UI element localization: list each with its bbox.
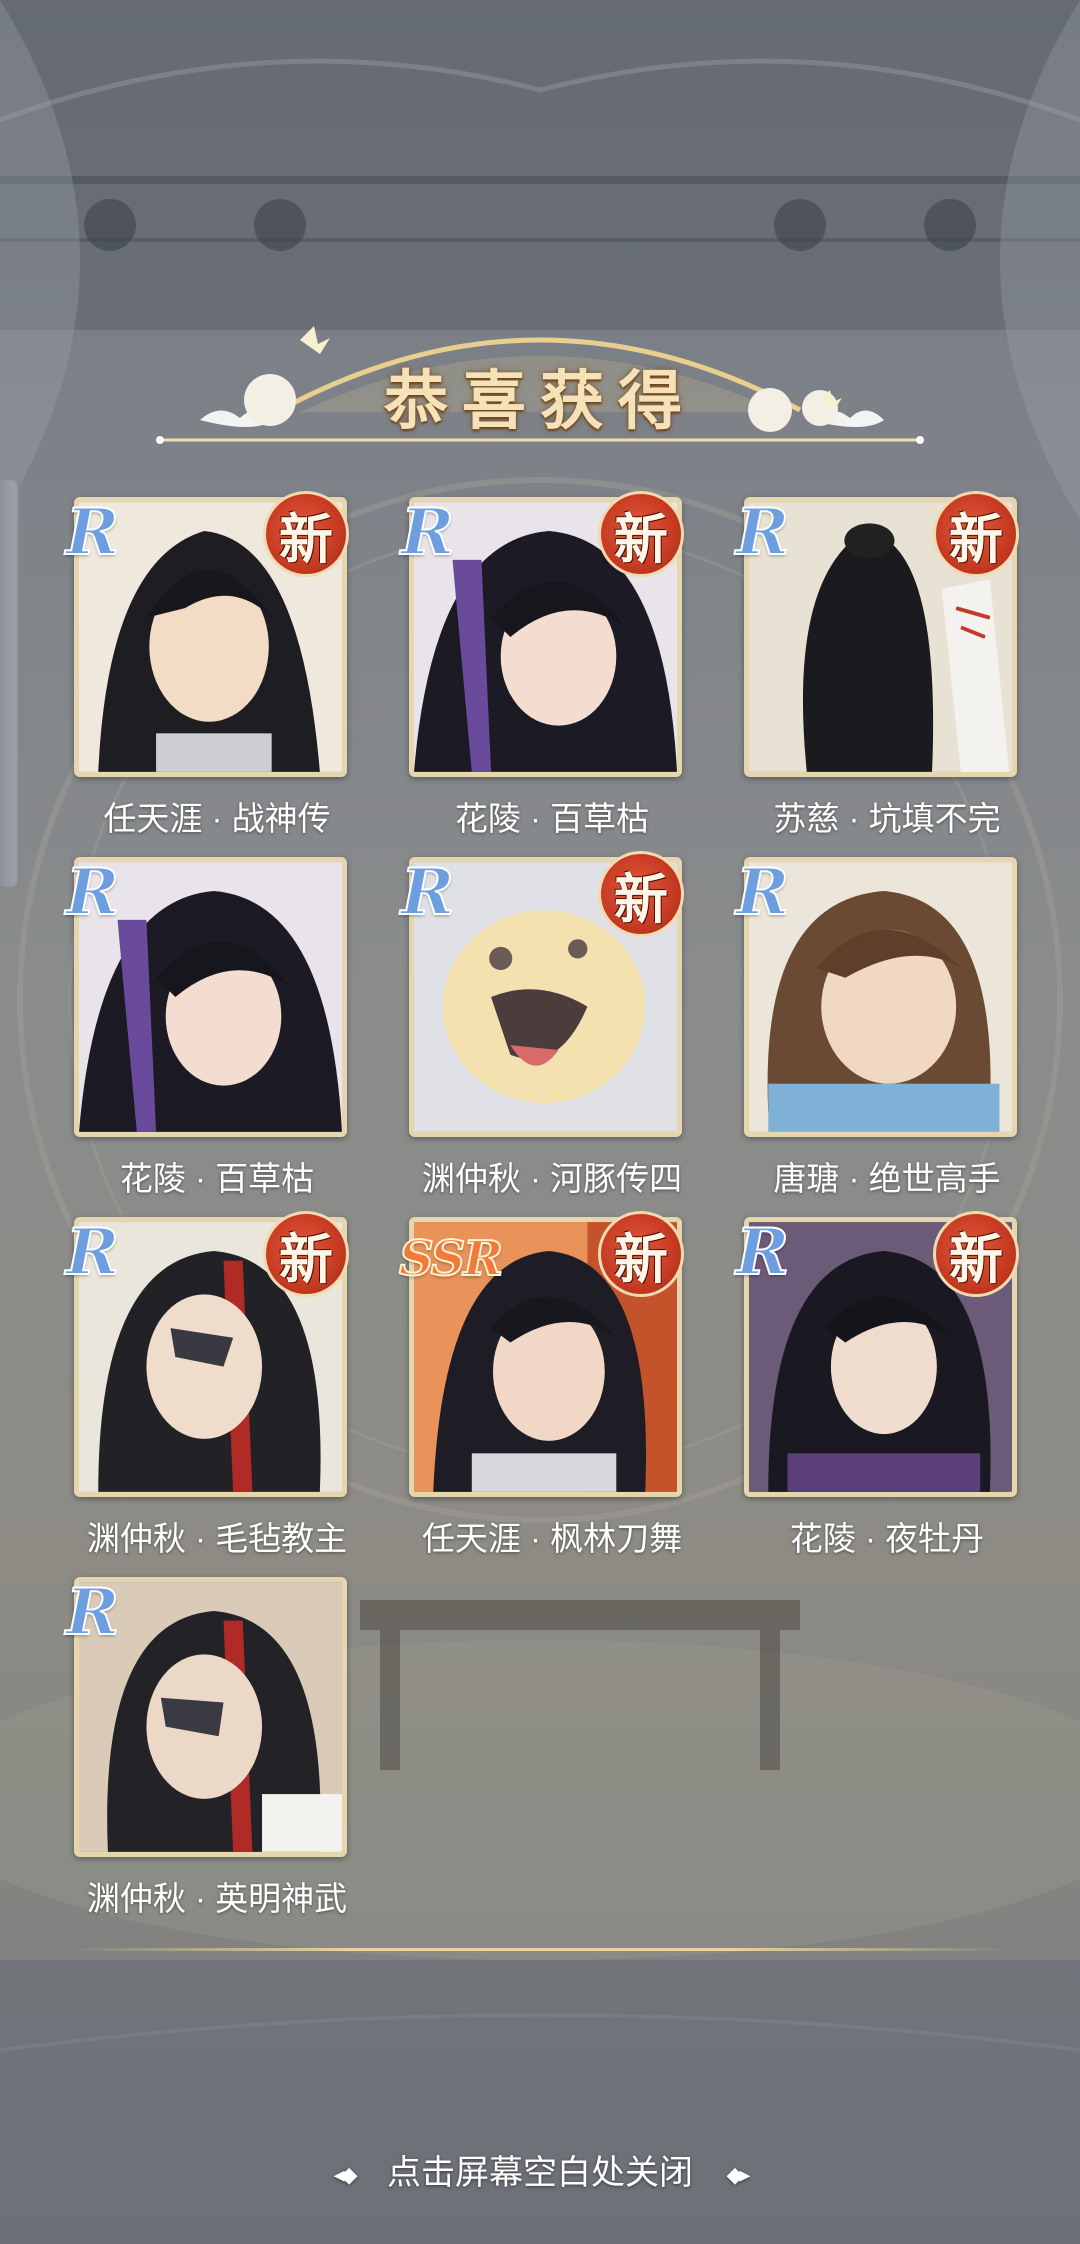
rarity-badge: R: [400, 495, 455, 570]
character-name: 任天涯 · 战神传: [103, 800, 331, 837]
rarity-badge: R: [65, 495, 120, 570]
rarity-badge: R: [735, 1215, 790, 1290]
new-badge: 新: [598, 491, 684, 577]
rarity-badge: R: [65, 1575, 120, 1650]
character-name: 花陵 · 百草枯: [119, 1160, 315, 1197]
new-badge: 新: [598, 851, 684, 937]
rarity-badge: R: [65, 855, 120, 930]
side-scroll-tab[interactable]: [0, 478, 20, 888]
rarity-badge: R: [400, 855, 455, 930]
reward-header: 恭喜获得: [150, 290, 930, 460]
new-badge: 新: [263, 491, 349, 577]
new-badge: 新: [598, 1211, 684, 1297]
reward-title: 恭喜获得: [384, 364, 696, 439]
close-hint[interactable]: ◂◆ 点击屏幕空白处关闭 ◆▸: [0, 2145, 1080, 2194]
character-name: 苏慈 · 坑填不完: [773, 800, 1001, 837]
rarity-badge: R: [735, 855, 790, 930]
character-name: 渊仲秋 · 河豚传四: [421, 1160, 683, 1197]
new-badge: 新: [933, 491, 1019, 577]
new-badge: 新: [263, 1211, 349, 1297]
rarity-badge: R: [65, 1215, 120, 1290]
rarity-badge: R: [735, 495, 790, 570]
character-name: 唐瑭 · 绝世高手: [773, 1160, 1001, 1197]
close-hint-text: 点击屏幕空白处关闭: [387, 2154, 693, 2192]
character-name: 花陵 · 夜牡丹: [789, 1520, 985, 1557]
divider-line: [70, 1948, 1010, 1951]
character-name: 渊仲秋 · 毛毡教主: [86, 1520, 348, 1557]
rarity-badge: SSR: [398, 1230, 504, 1288]
left-ornament-icon: ◂◆: [333, 2162, 358, 2188]
character-name: 渊仲秋 · 英明神武: [86, 1880, 348, 1917]
character-name: 花陵 · 百草枯: [454, 800, 650, 837]
right-ornament-icon: ◆▸: [726, 2162, 750, 2188]
new-badge: 新: [933, 1211, 1019, 1297]
character-name: 任天涯 · 枫林刀舞: [421, 1520, 683, 1557]
